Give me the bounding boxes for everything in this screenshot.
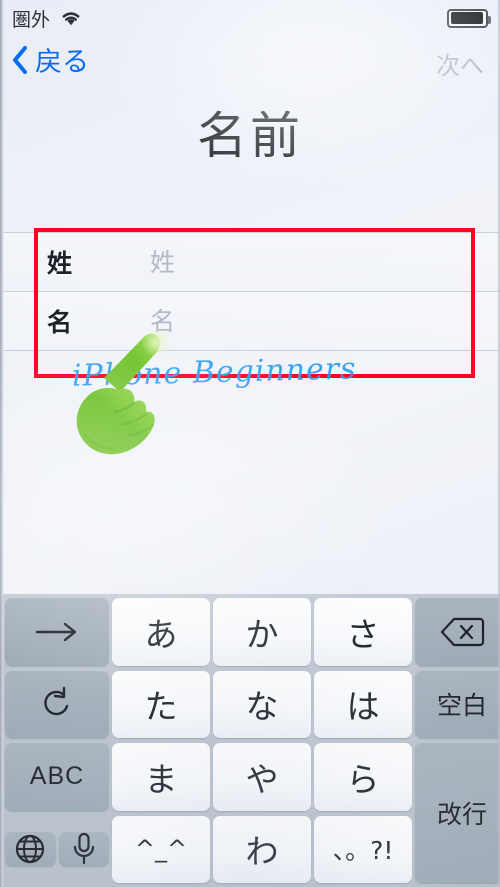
watermark-text: iPhone Beginners	[71, 351, 357, 394]
emoticon-key[interactable]: ^_^	[112, 815, 210, 883]
last-name-row[interactable]: 姓	[0, 232, 500, 291]
next-button[interactable]: 次へ	[436, 46, 484, 81]
japanese-keyboard: あ か さ た な は 空白 ABC ま や ら 改行 ^_^ わ 、。?!	[0, 594, 500, 887]
page-title: 名前	[197, 107, 303, 165]
screen-edge-left	[0, 0, 4, 887]
first-name-row[interactable]: 名	[0, 291, 500, 351]
undo-key[interactable]	[5, 670, 109, 738]
kana-a-key[interactable]: あ	[112, 598, 210, 666]
return-key[interactable]: 改行	[415, 743, 500, 883]
chevron-left-icon	[12, 45, 28, 74]
back-button[interactable]: 戻る	[12, 40, 89, 79]
dictation-key[interactable]	[58, 832, 109, 867]
kana-ma-key[interactable]: ま	[112, 743, 210, 811]
status-bar: 圏外	[0, 0, 500, 36]
delete-key[interactable]	[415, 598, 500, 666]
kana-ya-key[interactable]: や	[213, 743, 311, 811]
battery-fill	[450, 12, 484, 24]
iphone-screen: 圏外 戻る 次へ 名前 姓 姓 名 名 iPhone Beginners あ か…	[0, 0, 500, 887]
globe-key[interactable]	[5, 832, 56, 867]
navigation-bar: 戻る 次へ	[0, 36, 500, 88]
first-name-label: 名	[47, 308, 73, 337]
abc-key[interactable]: ABC	[5, 743, 109, 811]
last-name-input[interactable]	[150, 247, 500, 277]
kana-ta-key[interactable]: た	[112, 670, 210, 738]
punctuation-key[interactable]: 、。?!	[314, 815, 412, 883]
space-key[interactable]: 空白	[415, 670, 500, 738]
last-name-label: 姓	[47, 249, 73, 278]
kana-wa-key[interactable]: わ	[213, 815, 311, 883]
first-name-input[interactable]	[150, 306, 500, 336]
arrow-right-key[interactable]	[5, 598, 109, 666]
globe-and-dictation-group	[5, 816, 109, 884]
carrier-label: 圏外	[12, 8, 51, 31]
kana-na-key[interactable]: な	[213, 670, 311, 738]
back-button-label: 戻る	[35, 47, 89, 78]
kana-ra-key[interactable]: ら	[314, 743, 412, 811]
kana-ha-key[interactable]: は	[314, 670, 412, 738]
name-form: 姓 名	[0, 232, 500, 351]
kana-ka-key[interactable]: か	[213, 598, 311, 666]
battery-icon	[447, 8, 491, 28]
wifi-icon	[59, 9, 83, 27]
kana-sa-key[interactable]: さ	[314, 598, 412, 666]
